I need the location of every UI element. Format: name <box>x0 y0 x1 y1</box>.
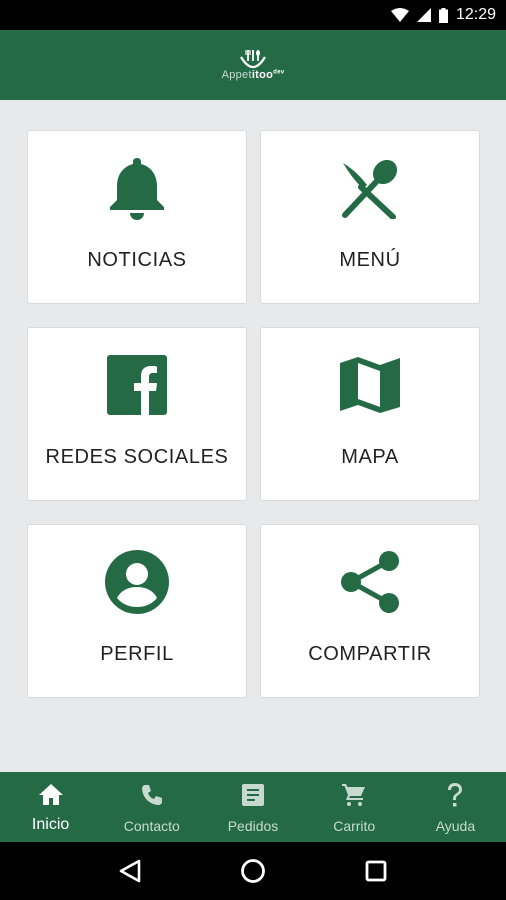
nav-item-inicio[interactable]: Inicio <box>0 772 101 842</box>
home-circle-icon[interactable] <box>240 858 266 884</box>
signal-icon <box>416 8 431 22</box>
status-bar: 12:29 <box>0 0 506 30</box>
recents-icon[interactable] <box>365 860 387 882</box>
nav-label: Inicio <box>31 816 70 833</box>
tile-label: MAPA <box>341 446 399 468</box>
system-navigation-bar <box>0 842 506 900</box>
wifi-icon <box>390 8 409 22</box>
tile-label: PERFIL <box>100 643 174 665</box>
nav-label: Carrito <box>333 818 376 834</box>
tile-mapa[interactable]: MAPA <box>260 327 480 501</box>
app-bar: Appetitoodev <box>0 30 506 100</box>
help-icon <box>446 782 464 808</box>
facebook-icon <box>104 352 170 418</box>
logo-text-bold: itoo <box>251 69 274 81</box>
tile-label: MENÚ <box>339 249 401 271</box>
nav-label: Ayuda <box>435 818 476 834</box>
tile-perfil[interactable]: PERFIL <box>27 524 247 698</box>
nav-item-carrito[interactable]: Carrito <box>304 772 405 842</box>
logo-wordmark: Appetitoodev <box>222 69 285 81</box>
fork-spoon-icon <box>337 155 403 221</box>
battery-icon <box>438 7 448 23</box>
tile-label: REDES SOCIALES <box>45 446 229 468</box>
nav-label: Pedidos <box>227 818 279 834</box>
tile-menu[interactable]: MENÚ <box>260 130 480 304</box>
nav-item-ayuda[interactable]: Ayuda <box>405 772 506 842</box>
home-icon <box>38 782 63 808</box>
cart-icon <box>342 782 366 808</box>
phone-icon <box>140 782 164 808</box>
nav-label: Contacto <box>123 818 180 834</box>
tile-label: NOTICIAS <box>87 249 187 271</box>
logo-text-light: Appet <box>221 69 252 81</box>
app-logo: Appetitoodev <box>222 49 285 81</box>
tile-label: COMPARTIR <box>308 643 432 665</box>
list-icon <box>242 782 264 808</box>
nav-item-pedidos[interactable]: Pedidos <box>202 772 303 842</box>
back-icon[interactable] <box>119 859 141 883</box>
nav-item-contacto[interactable]: Contacto <box>101 772 202 842</box>
tile-noticias[interactable]: NOTICIAS <box>27 130 247 304</box>
map-icon <box>337 352 403 418</box>
tile-compartir[interactable]: COMPARTIR <box>260 524 480 698</box>
cutlery-bowl-icon <box>240 50 266 69</box>
tile-redes-sociales[interactable]: REDES SOCIALES <box>27 327 247 501</box>
profile-icon <box>104 549 170 615</box>
share-icon <box>337 549 403 615</box>
clock: 12:29 <box>455 6 496 23</box>
bottom-navigation: Inicio Contacto Pedidos Carrito Ayuda <box>0 772 506 842</box>
logo-text-sup: dev <box>273 69 285 76</box>
bell-icon <box>104 155 170 221</box>
